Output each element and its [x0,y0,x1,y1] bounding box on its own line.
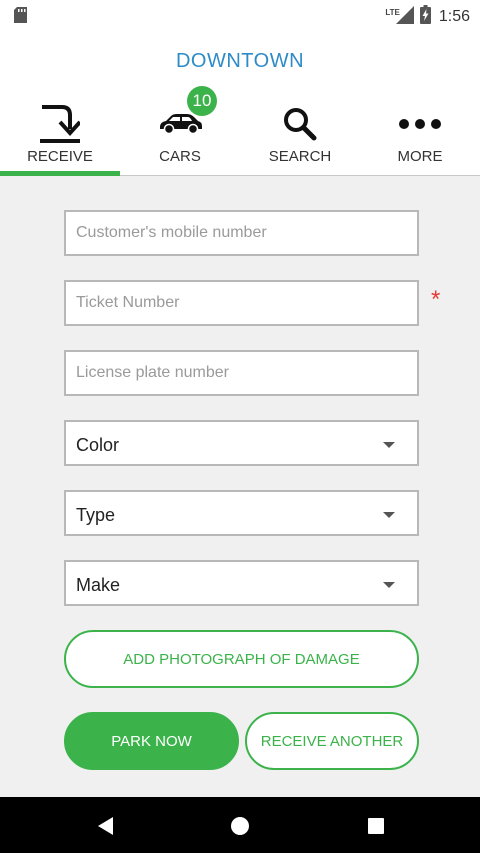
tab-label: CARS [159,148,201,165]
mobile-number-field[interactable] [64,210,419,256]
ticket-number-field[interactable] [64,280,419,326]
color-select-value: Color [76,435,120,455]
system-nav-bar [0,797,480,853]
make-select[interactable]: Make [64,560,419,606]
tab-search[interactable]: SEARCH [240,100,360,176]
receive-another-button[interactable]: RECEIVE ANOTHER [245,712,419,770]
car-icon: 10 [120,86,240,146]
sd-card-icon [14,7,27,28]
search-icon [240,102,360,146]
receive-icon [0,102,120,146]
status-bar: LTE 1:56 [0,0,480,30]
clock: 1:56 [438,8,470,25]
cars-count-badge: 10 [187,86,217,116]
tab-bar: RECEIVE 10 CARS SEARCH MORE [0,86,480,176]
dropdown-arrow-icon [383,512,395,518]
make-select-value: Make [76,575,121,595]
back-icon[interactable] [95,815,117,837]
receive-form: * Color Type Make ADD PHOTOGRAPH OF DAMA… [0,176,480,797]
tab-label: SEARCH [268,148,332,165]
tab-label: MORE [397,148,443,165]
dropdown-arrow-icon [383,582,395,588]
license-plate-field[interactable] [64,350,419,396]
ticket-number-input[interactable] [66,282,417,324]
battery-charging-icon [419,5,431,29]
required-marker: * [431,286,441,313]
network-type: LTE [385,7,400,17]
tab-receive[interactable]: RECEIVE [0,100,120,176]
tab-more[interactable]: MORE [360,100,480,176]
add-photo-damage-button[interactable]: ADD PHOTOGRAPH OF DAMAGE [64,630,419,688]
dropdown-arrow-icon [383,442,395,448]
more-dots-icon [360,102,480,146]
mobile-number-input[interactable] [66,212,417,254]
license-plate-input[interactable] [66,352,417,394]
color-select[interactable]: Color [64,420,419,466]
tab-cars[interactable]: 10 CARS [120,86,240,176]
tab-label: RECEIVE [27,148,93,165]
type-select[interactable]: Type [64,490,419,536]
park-now-button[interactable]: PARK NOW [64,712,239,770]
recents-icon[interactable] [365,815,387,837]
type-select-value: Type [76,505,116,525]
app-header: DOWNTOWN RECEIVE 10 CARS SEARCH MORE [0,30,480,176]
home-icon[interactable] [229,815,251,837]
page-title: DOWNTOWN [175,50,305,72]
